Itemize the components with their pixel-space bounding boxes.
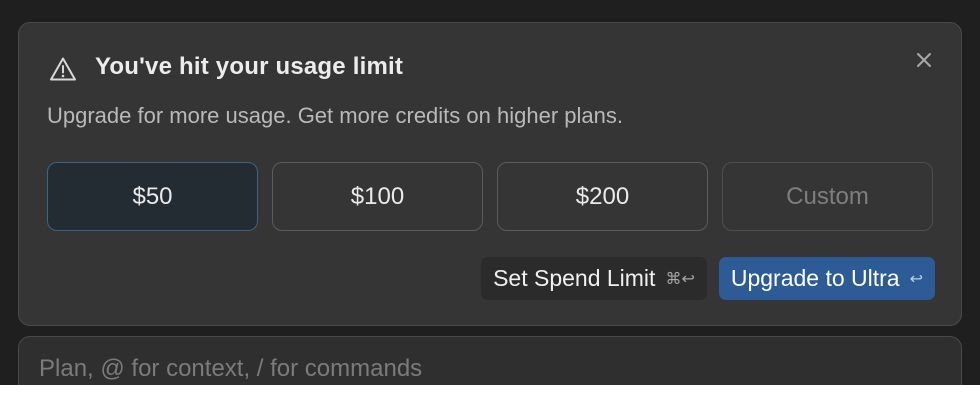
app-window: You've hit your usage limit Upgrade for …	[0, 0, 980, 400]
upgrade-to-ultra-button[interactable]: Upgrade to Ultra ↩	[718, 257, 935, 300]
credit-options: $50 $100 $200 Custom	[47, 162, 933, 231]
background-content-strip	[0, 385, 980, 400]
composer-placeholder: Plan, @ for context, / for commands	[39, 355, 423, 382]
set-spend-limit-button[interactable]: Set Spend Limit ⌘↩	[481, 257, 707, 300]
option-custom-button[interactable]: Custom	[722, 162, 933, 231]
spend-limit-shortcut: ⌘↩	[665, 269, 695, 288]
option-50-button[interactable]: $50	[47, 162, 258, 231]
dialog-title: You've hit your usage limit	[95, 53, 404, 80]
close-icon[interactable]	[913, 49, 935, 71]
dialog-actions: Set Spend Limit ⌘↩ Upgrade to Ultra ↩	[481, 257, 935, 300]
warning-triangle-icon	[50, 57, 76, 81]
usage-limit-dialog: You've hit your usage limit Upgrade for …	[18, 22, 962, 326]
upgrade-shortcut: ↩	[909, 269, 923, 288]
upgrade-label: Upgrade to Ultra	[730, 265, 900, 291]
option-100-button[interactable]: $100	[272, 162, 483, 231]
dialog-subtitle: Upgrade for more usage. Get more credits…	[47, 103, 623, 128]
option-200-button[interactable]: $200	[497, 162, 708, 231]
set-spend-limit-label: Set Spend Limit	[493, 265, 656, 291]
